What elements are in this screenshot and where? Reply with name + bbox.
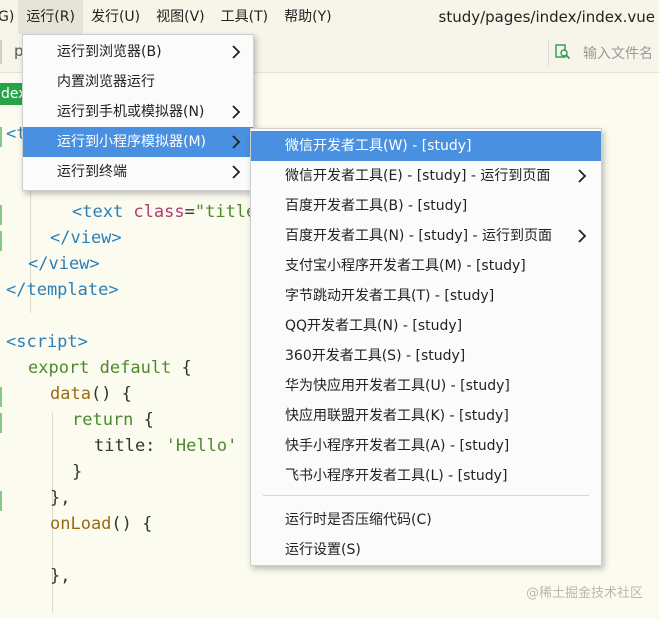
menu-tools[interactable]: 工具(T) [213, 0, 276, 34]
menu-item-label: 支付宝小程序开发者工具(M) - [study] [285, 258, 526, 274]
menu-view[interactable]: 视图(V) [148, 0, 213, 34]
menu-item-label: 字节跳动开发者工具(T) - [study] [285, 288, 495, 304]
menu-item-label: 华为快应用开发者工具(U) - [study] [285, 378, 510, 394]
miniprogram-menu-item[interactable]: 百度开发者工具(N) - [study] - 运行到页面 [251, 221, 601, 251]
code-token: <text [72, 202, 134, 222]
menu-item-label: 百度开发者工具(N) - [study] - 运行到页面 [285, 228, 553, 244]
code-token: title: [94, 436, 166, 456]
code-token: { [181, 358, 192, 378]
code-token: 'Hello' [165, 436, 238, 456]
run-menu-item-phone[interactable]: 运行到手机或模拟器(N) [23, 97, 253, 127]
menu-item-label: 运行到浏览器(B) [57, 44, 162, 60]
chevron-right-icon [232, 165, 241, 179]
code-line: export default { [28, 355, 192, 381]
menu-item-label: 运行到终端 [57, 164, 127, 180]
code-token: </view> [50, 228, 122, 248]
menu-separator [263, 495, 589, 496]
run-menu: 运行到浏览器(B) 内置浏览器运行 运行到手机或模拟器(N) 运行到小程序模拟器… [22, 34, 254, 191]
menu-item-compress-code[interactable]: 运行时是否压缩代码(C) [251, 505, 601, 535]
miniprogram-menu-item[interactable]: 微信开发者工具(E) - [study] - 运行到页面 [251, 161, 601, 191]
gutter-change-marker [0, 387, 2, 407]
code-line: return { [72, 407, 154, 433]
code-line: title: 'Hello' [94, 433, 237, 459]
code-token: }, [50, 566, 71, 586]
miniprogram-menu-item[interactable]: 支付宝小程序开发者工具(M) - [study] [251, 251, 601, 281]
miniprogram-menu-item[interactable]: 华为快应用开发者工具(U) - [study] [251, 371, 601, 401]
miniprogram-menu-item[interactable]: 微信开发者工具(W) - [study] [251, 131, 601, 161]
window-file-path: study/pages/index/index.vue [438, 8, 656, 26]
menu-item-label: 运行到小程序模拟器(M) [57, 134, 207, 150]
menu-help[interactable]: 帮助(Y) [276, 0, 339, 34]
miniprogram-menu-item[interactable]: 360开发者工具(S) - [study] [251, 341, 601, 371]
gutter-change-marker [0, 205, 2, 225]
code-token: export default [28, 358, 182, 378]
menu-item-label: 百度开发者工具(B) - [study] [285, 198, 468, 214]
menu-item-label: 运行时是否压缩代码(C) [285, 512, 432, 528]
miniprogram-menu-item[interactable]: 字节跳动开发者工具(T) - [study] [251, 281, 601, 311]
code-token: data [50, 384, 91, 404]
code-line: data() { [50, 381, 132, 407]
code-token: = [184, 202, 195, 222]
code-line: </view> [28, 251, 100, 277]
run-menu-item-browser[interactable]: 运行到浏览器(B) [23, 37, 253, 67]
code-token: } [72, 462, 83, 482]
menu-item-run-settings[interactable]: 运行设置(S) [251, 535, 601, 565]
code-token: class [133, 202, 185, 222]
code-token: </view> [28, 254, 100, 274]
search-input[interactable]: 输入文件名 [583, 43, 653, 63]
miniprogram-menu-item[interactable]: QQ开发者工具(N) - [study] [251, 311, 601, 341]
chevron-right-icon [232, 45, 241, 59]
code-token: onLoad [50, 514, 112, 534]
chevron-right-icon [232, 105, 241, 119]
menu-item-label: 内置浏览器运行 [57, 74, 155, 90]
code-line: }, [50, 485, 70, 511]
file-search-box[interactable]: 输入文件名 [548, 40, 659, 66]
menu-item-label: 快应用联盟开发者工具(K) - [study] [285, 408, 509, 424]
menu-publish[interactable]: 发行(U) [83, 0, 148, 34]
run-menu-item-builtin-browser[interactable]: 内置浏览器运行 [23, 67, 253, 97]
miniprogram-menu-item[interactable]: 百度开发者工具(B) - [study] [251, 191, 601, 221]
chevron-right-icon [232, 135, 241, 149]
code-line: onLoad() { [50, 511, 152, 537]
code-line: <script> [6, 329, 88, 355]
gutter-change-marker [0, 231, 2, 251]
menubar: G) 运行(R) 发行(U) 视图(V) 工具(T) 帮助(Y) study/p… [0, 0, 659, 35]
run-menu-item-miniprogram[interactable]: 运行到小程序模拟器(M) [23, 127, 253, 157]
chevron-right-icon [578, 169, 587, 183]
search-file-icon [555, 44, 571, 60]
code-line: <text class="title"> [72, 199, 277, 225]
code-token: </template> [6, 280, 119, 300]
code-line: } [72, 459, 82, 485]
run-menu-item-terminal[interactable]: 运行到终端 [23, 157, 253, 187]
code-token: <script> [6, 332, 88, 352]
gutter-change-marker [0, 127, 2, 147]
menu-run[interactable]: 运行(R) [18, 0, 83, 34]
code-line: </view> [50, 225, 122, 251]
miniprogram-submenu: 微信开发者工具(W) - [study] 微信开发者工具(E) - [study]… [250, 128, 602, 566]
code-token: () { [111, 514, 153, 534]
menu-fragment[interactable]: G) [0, 0, 18, 34]
code-line: }, [50, 563, 70, 589]
miniprogram-menu-item[interactable]: 飞书小程序开发者工具(L) - [study] [251, 461, 601, 491]
miniprogram-menu-item[interactable]: 快手小程序开发者工具(A) - [study] [251, 431, 601, 461]
code-token: { [143, 410, 154, 430]
menu-item-label: 快手小程序开发者工具(A) - [study] [285, 438, 510, 454]
miniprogram-menu-item[interactable]: 快应用联盟开发者工具(K) - [study] [251, 401, 601, 431]
menu-item-label: 运行设置(S) [285, 542, 361, 558]
code-token: () { [90, 384, 132, 404]
watermark: @稀土掘金技术社区 [525, 586, 643, 601]
menu-item-label: 360开发者工具(S) - [study] [285, 348, 466, 364]
code-token: }, [50, 488, 71, 508]
chevron-right-icon [578, 229, 587, 243]
menu-item-label: 飞书小程序开发者工具(L) - [study] [285, 468, 508, 484]
menu-item-label: 微信开发者工具(W) - [study] [285, 138, 472, 154]
tab-separator [0, 40, 2, 64]
menu-item-label: 微信开发者工具(E) - [study] - 运行到页面 [285, 168, 551, 184]
menu-item-label: 运行到手机或模拟器(N) [57, 104, 205, 120]
code-token: return [72, 410, 144, 430]
gutter-change-marker [0, 413, 2, 433]
code-line: </template> [6, 277, 119, 303]
gutter-change-marker [0, 491, 2, 511]
menu-item-label: QQ开发者工具(N) - [study] [285, 318, 463, 334]
